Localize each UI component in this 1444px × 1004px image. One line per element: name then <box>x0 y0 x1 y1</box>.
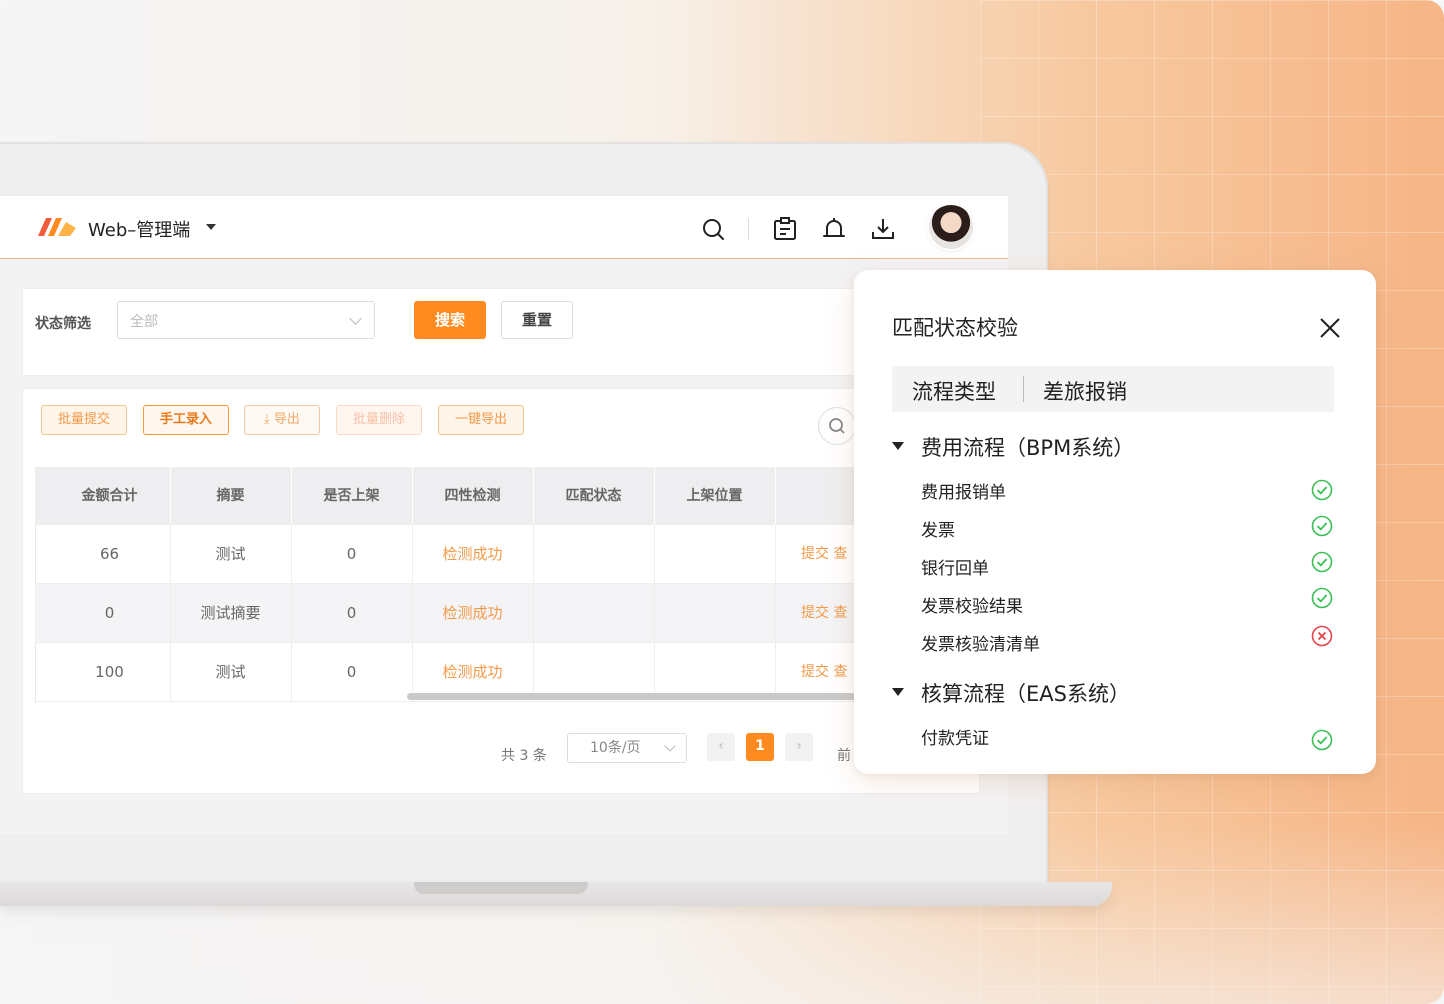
table-header: 金额合计 摘要 是否上架 四性检测 匹配状态 上架位置 <box>35 467 865 525</box>
batch-delete-button[interactable]: 批量删除 <box>336 405 422 435</box>
process-type-label: 流程类型 <box>912 380 996 404</box>
pagination-jump-label: 前 <box>837 748 851 764</box>
check-item: 发票核验清清单 <box>921 635 1040 655</box>
cell-location <box>654 525 776 583</box>
reset-button[interactable]: 重置 <box>501 301 573 339</box>
success-check-icon <box>1311 515 1333 537</box>
column-header-check[interactable]: 四性检测 <box>412 467 534 525</box>
horizontal-scrollbar[interactable] <box>407 693 873 700</box>
success-check-icon <box>1311 729 1333 751</box>
error-x-icon <box>1311 625 1333 647</box>
cell-amount: 100 <box>49 643 171 701</box>
page-number-button[interactable]: 1 <box>746 733 774 761</box>
app-logo-icon <box>38 218 76 236</box>
status-filter-placeholder: 全部 <box>130 314 158 330</box>
cell-match <box>533 525 655 583</box>
process-type-row: 流程类型 差旅报销 <box>892 366 1334 412</box>
status-filter-select[interactable]: 全部 <box>117 301 375 339</box>
check-item: 付款凭证 <box>921 729 989 749</box>
pagination-total: 共 3 条 <box>501 748 547 764</box>
page-size-select[interactable]: 10条/页 <box>567 733 687 763</box>
next-page-button[interactable]: › <box>785 733 813 761</box>
cell-location <box>654 584 776 642</box>
table-row: 66 测试 0 检测成功 提交 查 <box>35 525 865 584</box>
chevron-down-icon <box>349 312 362 325</box>
success-check-icon <box>1311 587 1333 609</box>
section-title-accounting[interactable]: 核算流程（EAS系统） <box>921 678 1130 708</box>
cell-check: 检测成功 <box>412 525 534 583</box>
status-filter-label: 状态筛选 <box>35 316 91 332</box>
expand-triangle-icon[interactable] <box>892 442 904 450</box>
check-item: 发票 <box>921 521 955 541</box>
cell-check: 检测成功 <box>412 584 534 642</box>
table-search-icon[interactable] <box>818 407 856 445</box>
popup-title: 匹配状态校验 <box>892 316 1018 340</box>
toolbar-divider <box>748 218 749 240</box>
process-type-value: 差旅报销 <box>1043 380 1127 404</box>
prev-page-button[interactable]: ‹ <box>707 733 735 761</box>
user-avatar[interactable] <box>929 205 973 249</box>
download-icon[interactable] <box>870 216 896 242</box>
check-item: 银行回单 <box>921 559 989 579</box>
cell-listed: 0 <box>291 584 413 642</box>
cell-amount: 66 <box>49 525 171 583</box>
export-button[interactable]: ⤓ 导出 <box>244 405 320 435</box>
filter-panel: 状态筛选 全部 搜索 重置 <box>22 288 884 376</box>
one-click-export-button[interactable]: 一键导出 <box>438 405 524 435</box>
column-header-location[interactable]: 上架位置 <box>654 467 776 525</box>
cell-match <box>533 584 655 642</box>
column-header-summary[interactable]: 摘要 <box>170 467 292 525</box>
section-title-expense[interactable]: 费用流程（BPM系统） <box>921 432 1134 462</box>
app-title[interactable]: Web–管理端 <box>88 216 190 242</box>
search-button[interactable]: 搜索 <box>414 301 486 339</box>
expand-triangle-icon[interactable] <box>892 688 904 696</box>
clipboard-icon[interactable] <box>772 216 798 242</box>
check-item: 发票校验结果 <box>921 597 1023 617</box>
app-switch-caret-icon[interactable] <box>206 224 216 230</box>
check-item: 费用报销单 <box>921 483 1006 503</box>
cell-amount: 0 <box>49 584 171 642</box>
search-icon[interactable] <box>700 216 726 242</box>
cell-summary: 测试 <box>170 643 292 701</box>
close-icon[interactable] <box>1318 316 1342 340</box>
top-bar: Web–管理端 <box>0 196 1008 259</box>
cell-listed: 0 <box>291 643 413 701</box>
cell-summary: 测试 <box>170 525 292 583</box>
cell-summary: 测试摘要 <box>170 584 292 642</box>
manual-entry-button[interactable]: 手工录入 <box>143 405 229 435</box>
process-type-divider <box>1023 376 1024 402</box>
column-header-match[interactable]: 匹配状态 <box>533 467 655 525</box>
success-check-icon <box>1311 479 1333 501</box>
match-status-popup: 匹配状态校验 流程类型 差旅报销 费用流程（BPM系统） 费用报销单 发票 银行… <box>854 270 1376 774</box>
table-panel: 批量提交 手工录入 ⤓ 导出 批量删除 一键导出 金额合计 摘要 是否上架 四性… <box>22 388 980 794</box>
batch-submit-button[interactable]: 批量提交 <box>41 405 127 435</box>
cell-listed: 0 <box>291 525 413 583</box>
laptop-notch <box>414 882 588 894</box>
column-header-listed[interactable]: 是否上架 <box>291 467 413 525</box>
page-size-value: 10条/页 <box>590 740 641 756</box>
success-check-icon <box>1311 551 1333 573</box>
column-header-amount[interactable]: 金额合计 <box>49 467 171 525</box>
table-row: 0 测试摘要 0 检测成功 提交 查 <box>35 584 865 643</box>
bell-icon[interactable] <box>821 216 847 242</box>
chevron-down-icon <box>664 740 676 752</box>
